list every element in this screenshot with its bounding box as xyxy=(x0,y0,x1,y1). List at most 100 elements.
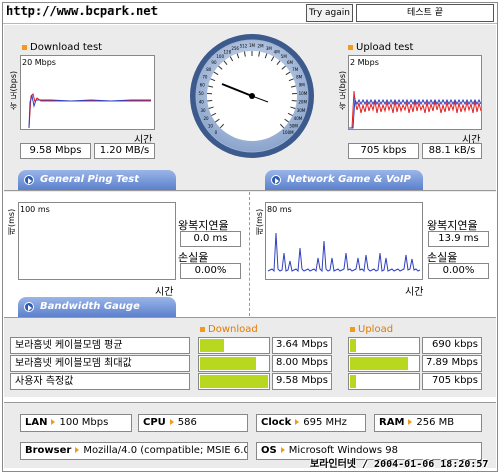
download-value: 9.58 Mbps xyxy=(272,373,332,390)
game-loss-value: 0.00% xyxy=(428,263,489,279)
footer-stamp: 보라인터넷 / 2004-01-06 18:20:57 xyxy=(310,459,489,470)
download-mbs-value: 1.20 MB/s xyxy=(94,143,155,159)
tab-network-game-voip[interactable]: Network Game & VoIP Test xyxy=(265,170,423,205)
upload-line-chart xyxy=(349,90,481,129)
speed-gauge: 0102030405060708090100128256 512 1M 2M 3M4M5… xyxy=(190,34,314,158)
download-bar xyxy=(198,337,270,354)
game-line-chart xyxy=(267,232,421,273)
gauge-tick-label: 100M xyxy=(283,130,295,135)
upload-bar-fill xyxy=(350,357,408,370)
upload-value: 690 kbps xyxy=(422,337,482,354)
gauge-tick-label: 60 xyxy=(200,83,206,88)
tab-bandwidth-gauge[interactable]: Bandwidth Gauge xyxy=(18,297,176,317)
browser-info: Browser Mozilla/4.0 (compatible; MSIE 6.0 xyxy=(20,442,248,460)
download-bar xyxy=(198,373,270,390)
gauge-tick-label: 9M xyxy=(299,83,306,88)
download-y-label: 속 도(bps) xyxy=(9,70,18,110)
upload-kbps-value: 705 kbps xyxy=(348,143,419,159)
download-graph: 20 Mbps xyxy=(20,55,155,130)
gauge-tick-label: 90 xyxy=(211,60,217,65)
test-status-field: 테스트 끝 xyxy=(356,4,494,22)
gauge-tick-label: 1M xyxy=(249,43,256,48)
upload-test-title: Upload test xyxy=(348,42,413,53)
upload-y-label: 속 도(bps) xyxy=(338,70,347,110)
bandwidth-row-label: 보라홈넷 케이블모뎀 최대값 xyxy=(10,355,190,372)
triangle-icon xyxy=(295,419,300,425)
triangle-icon xyxy=(51,419,56,425)
gauge-tick-label: 50M xyxy=(289,124,298,129)
gauge-tick-label: 512 xyxy=(240,44,248,49)
triangle-icon xyxy=(280,447,285,453)
gauge-tick-label: 2M xyxy=(258,44,265,49)
gauge-tick-label: 70 xyxy=(202,74,208,79)
gauge-tick-label: 0 xyxy=(215,130,218,135)
gauge-tick-label: 80 xyxy=(206,67,212,72)
download-test-title: Download test xyxy=(22,42,102,53)
game-graph: 80 ms xyxy=(265,202,423,280)
arrow-icon xyxy=(24,175,34,185)
download-bar xyxy=(198,355,270,372)
upload-bar xyxy=(348,337,420,354)
gauge-tick xyxy=(291,99,297,102)
upload-value: 705 kbps xyxy=(422,373,482,390)
gauge-tick-label: 10M xyxy=(299,91,308,96)
upload-bar-fill xyxy=(350,339,356,352)
bandwidth-row-label: 사용자 측정값 xyxy=(10,373,190,390)
upload-bar xyxy=(348,373,420,390)
cpu-info: CPU 586 xyxy=(138,414,248,432)
gauge-tick-label: 30 xyxy=(200,108,206,113)
gauge-tick-label: 4M xyxy=(274,49,281,54)
triangle-icon xyxy=(408,419,413,425)
gauge-tick-label: 10 xyxy=(208,124,214,129)
ping-x-label: 시간 xyxy=(155,287,174,298)
orange-square-icon xyxy=(22,44,27,50)
upload-kbs-value: 88.1 kB/s xyxy=(422,143,482,159)
download-line-chart xyxy=(28,93,151,129)
triangle-icon xyxy=(169,419,174,425)
arrow-icon xyxy=(24,302,34,312)
download-bar-fill xyxy=(200,357,256,370)
download-mbps-value: 9.58 Mbps xyxy=(20,143,91,159)
upload-bar xyxy=(348,355,420,372)
gauge-tick xyxy=(207,99,213,102)
divider xyxy=(249,192,250,316)
upload-bar-fill xyxy=(350,375,356,388)
download-bar-fill xyxy=(200,375,268,388)
game-rtt-value: 13.9 ms xyxy=(428,231,489,247)
gauge-tick-label: 40 xyxy=(199,100,205,105)
orange-square-icon xyxy=(348,44,353,50)
ping-loss-value: 0.00% xyxy=(180,263,241,279)
lan-info: LAN 100 Mbps xyxy=(20,414,132,432)
gauge-tick-label: 20 xyxy=(204,116,210,121)
upload-graph: 2 Mbps xyxy=(348,55,482,130)
gauge-tick-label: 40M xyxy=(294,116,303,121)
upload-value: 7.89 Mbps xyxy=(422,355,482,372)
gauge-tick-label: 8M xyxy=(296,74,303,79)
triangle-icon xyxy=(75,447,80,453)
gauge-tick-label: 20M xyxy=(298,100,307,105)
site-url: http://www.bcpark.net xyxy=(6,4,158,18)
download-bar-fill xyxy=(200,339,224,352)
gauge-tick-label: 7M xyxy=(292,67,299,72)
ram-info: RAM 256 MB xyxy=(374,414,482,432)
gauge-tick-label: 100 xyxy=(216,54,224,59)
download-value: 3.64 Mbps xyxy=(272,337,332,354)
ping-rtt-value: 0.0 ms xyxy=(180,231,241,247)
game-y-label: 레(ms) xyxy=(255,208,264,235)
orange-square-icon xyxy=(350,326,355,332)
download-value: 8.00 Mbps xyxy=(272,355,332,372)
gauge-tick-label: 5M xyxy=(281,54,288,59)
gauge-tick-label: 50 xyxy=(199,91,205,96)
ping-y-label: 레(ms) xyxy=(7,208,16,235)
gauge-tick-label: 3M xyxy=(266,46,273,51)
ping-axis-max: 100 ms xyxy=(20,205,50,214)
orange-square-icon xyxy=(200,326,205,332)
tab-general-ping-test[interactable]: General Ping Test xyxy=(18,170,176,190)
bandwidth-upload-header: Upload xyxy=(350,324,393,335)
clock-info: Clock 695 MHz xyxy=(256,414,366,432)
bandwidth-download-header: Download xyxy=(200,324,258,335)
try-again-button[interactable]: Try again xyxy=(306,4,353,22)
bandwidth-row-label: 보라홈넷 케이블모뎀 평균 xyxy=(10,337,190,354)
gauge-tick-label: 6M xyxy=(287,60,294,65)
gauge-tick-label: 30M xyxy=(297,108,306,113)
